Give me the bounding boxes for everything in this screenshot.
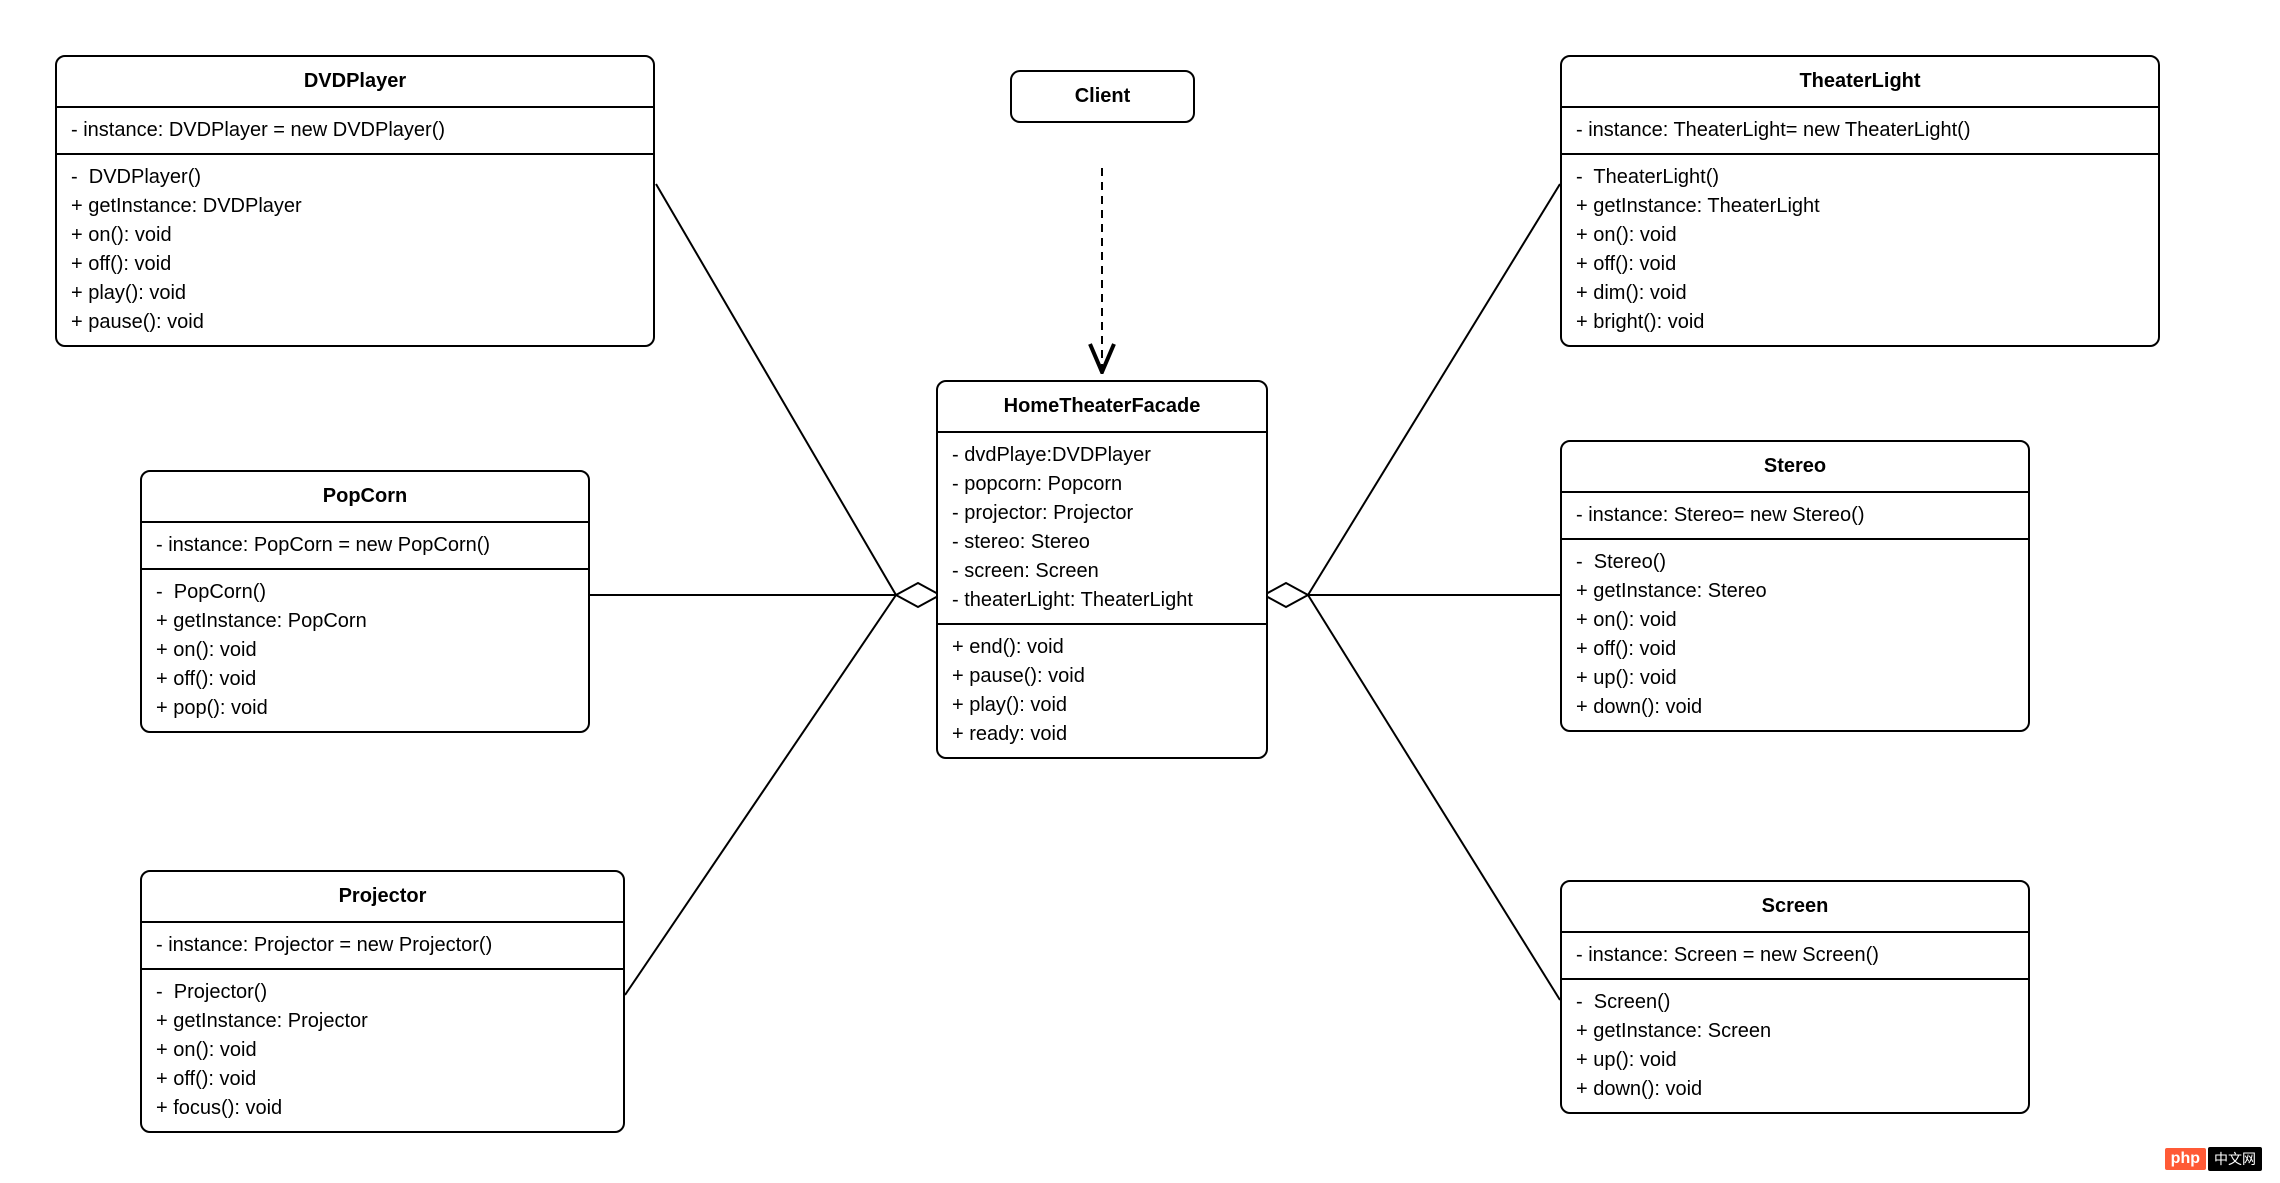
class-screen: Screen - instance: Screen = new Screen()…: [1560, 880, 2030, 1114]
class-facade: HomeTheaterFacade - dvdPlaye:DVDPlayer -…: [936, 380, 1268, 759]
class-operations: - DVDPlayer() + getInstance: DVDPlayer +…: [57, 155, 653, 345]
class-attributes: - dvdPlaye:DVDPlayer - popcorn: Popcorn …: [938, 433, 1266, 625]
class-operations: - TheaterLight() + getInstance: TheaterL…: [1562, 155, 2158, 345]
class-title: HomeTheaterFacade: [938, 382, 1266, 433]
watermark: php 中文网: [2165, 1147, 2262, 1171]
class-attributes: - instance: PopCorn = new PopCorn(): [142, 523, 588, 570]
class-operations: - Screen() + getInstance: Screen + up():…: [1562, 980, 2028, 1112]
class-stereo: Stereo - instance: Stereo= new Stereo() …: [1560, 440, 2030, 732]
class-operations: - Projector() + getInstance: Projector +…: [142, 970, 623, 1131]
watermark-php: php: [2165, 1148, 2206, 1170]
class-title: Projector: [142, 872, 623, 923]
class-title: Stereo: [1562, 442, 2028, 493]
class-operations: - Stereo() + getInstance: Stereo + on():…: [1562, 540, 2028, 730]
class-popcorn: PopCorn - instance: PopCorn = new PopCor…: [140, 470, 590, 733]
class-projector: Projector - instance: Projector = new Pr…: [140, 870, 625, 1133]
class-attributes: - instance: Projector = new Projector(): [142, 923, 623, 970]
class-operations: + end(): void + pause(): void + play(): …: [938, 625, 1266, 757]
watermark-cn: 中文网: [2208, 1147, 2262, 1171]
class-title: DVDPlayer: [57, 57, 653, 108]
class-attributes: - instance: Screen = new Screen(): [1562, 933, 2028, 980]
class-operations: - PopCorn() + getInstance: PopCorn + on(…: [142, 570, 588, 731]
class-title: TheaterLight: [1562, 57, 2158, 108]
class-attributes: - instance: DVDPlayer = new DVDPlayer(): [57, 108, 653, 155]
class-theaterlight: TheaterLight - instance: TheaterLight= n…: [1560, 55, 2160, 347]
class-dvdplayer: DVDPlayer - instance: DVDPlayer = new DV…: [55, 55, 655, 347]
class-attributes: - instance: TheaterLight= new TheaterLig…: [1562, 108, 2158, 155]
class-client: Client: [1010, 70, 1195, 123]
class-attributes: - instance: Stereo= new Stereo(): [1562, 493, 2028, 540]
class-title: Screen: [1562, 882, 2028, 933]
class-title: Client: [1012, 72, 1193, 121]
class-title: PopCorn: [142, 472, 588, 523]
